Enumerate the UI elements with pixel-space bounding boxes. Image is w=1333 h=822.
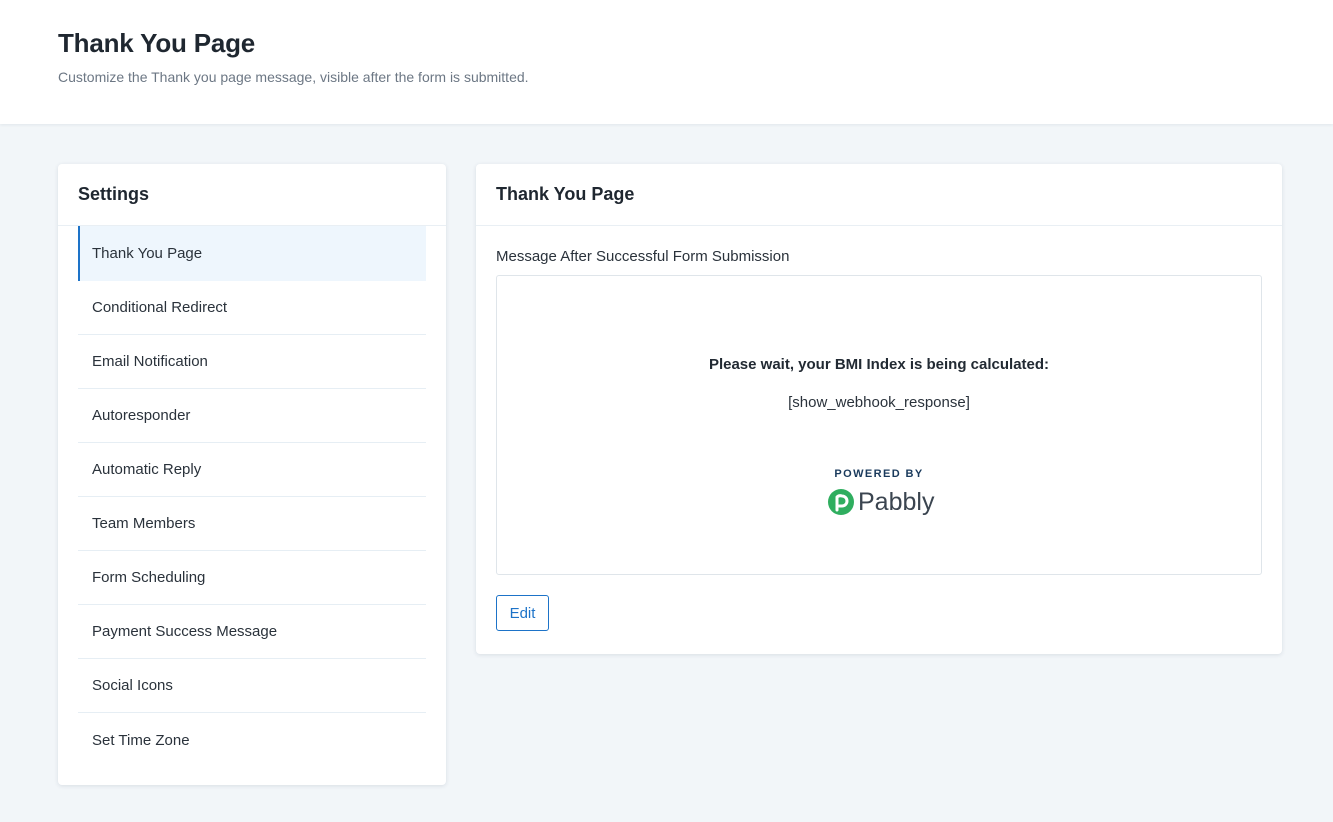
settings-menu: Thank You Page Conditional Redirect Emai…: [58, 226, 446, 767]
page-title: Thank You Page: [58, 28, 256, 58]
settings-item-payment-success-message[interactable]: Payment Success Message: [78, 605, 426, 659]
page-header: Thank You Page Customize the Thank you p…: [0, 0, 1333, 124]
brand-name: Pabbly: [858, 487, 935, 516]
settings-item-thank-you-page[interactable]: Thank You Page: [78, 226, 426, 281]
settings-item-team-members[interactable]: Team Members: [78, 497, 426, 551]
message-preview: Please wait, your BMI Index is being cal…: [496, 275, 1262, 575]
brand-badge[interactable]: Pabbly: [827, 487, 934, 517]
preview-shortcode: [show_webhook_response]: [788, 394, 970, 411]
settings-panel: Settings Thank You Page Conditional Redi…: [58, 164, 446, 785]
panel-body: Message After Successful Form Submission…: [476, 226, 1282, 631]
powered-by-label: POWERED BY: [834, 468, 924, 480]
settings-item-social-icons[interactable]: Social Icons: [78, 659, 426, 713]
pabbly-logo-icon: [828, 489, 854, 515]
settings-item-email-notification[interactable]: Email Notification: [78, 335, 426, 389]
settings-title: Settings: [58, 164, 446, 226]
message-field-label: Message After Successful Form Submission: [496, 248, 790, 265]
page-subtitle: Customize the Thank you page message, vi…: [58, 69, 529, 85]
settings-item-automatic-reply[interactable]: Automatic Reply: [78, 443, 426, 497]
settings-item-set-time-zone[interactable]: Set Time Zone: [78, 713, 426, 767]
thank-you-page-panel: Thank You Page Message After Successful …: [476, 164, 1282, 654]
settings-item-form-scheduling[interactable]: Form Scheduling: [78, 551, 426, 605]
settings-item-conditional-redirect[interactable]: Conditional Redirect: [78, 281, 426, 335]
preview-heading: Please wait, your BMI Index is being cal…: [708, 356, 1050, 373]
settings-item-autoresponder[interactable]: Autoresponder: [78, 389, 426, 443]
edit-button[interactable]: Edit: [496, 595, 549, 631]
panel-title: Thank You Page: [476, 164, 1282, 226]
